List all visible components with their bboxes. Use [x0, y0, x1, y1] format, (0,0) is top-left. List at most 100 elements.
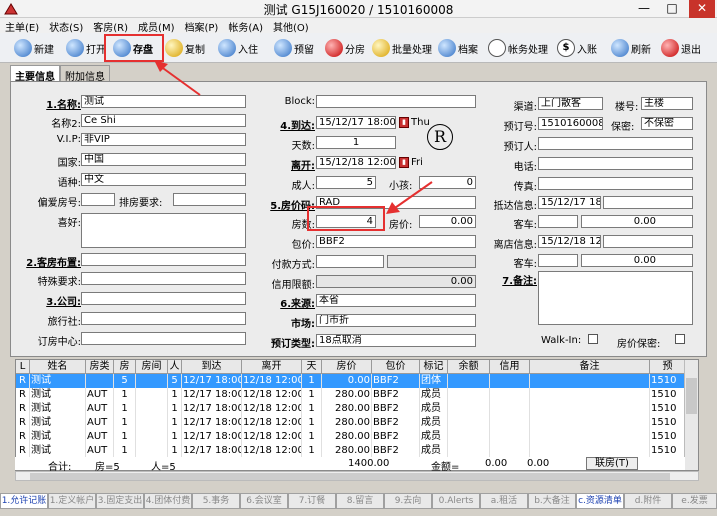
col-arrive[interactable]: 到达 [182, 360, 242, 374]
language-field[interactable]: 中文 [81, 173, 246, 186]
col-resno[interactable]: 预 [650, 360, 686, 374]
profile-button[interactable]: 档案 [438, 37, 478, 59]
col-price[interactable]: 房价 [322, 360, 372, 374]
menu-other[interactable]: 其他(O) [268, 18, 314, 34]
phone-field[interactable] [538, 157, 693, 170]
package-field[interactable]: BBF2 [316, 235, 476, 248]
adult-field[interactable]: 5 [316, 176, 376, 189]
btab-allow-charge[interactable]: 1.允许记账 [0, 493, 48, 509]
table-row[interactable]: R 测试 AUT 1 1 12/17 18:00 12/18 12:00 1 280.00 BBF… [16, 416, 686, 430]
btab-resource-list[interactable]: c.资源清单 [576, 493, 624, 509]
col-depart[interactable]: 离开 [242, 360, 302, 374]
menu-room[interactable]: 客房(R) [88, 18, 133, 34]
btab-group-pay[interactable]: 4.团体付费 [144, 493, 192, 509]
car2-field[interactable]: 0.00 [581, 254, 693, 267]
new-button[interactable]: 新建 [14, 37, 54, 59]
batch-button[interactable]: 批量处理 [372, 37, 432, 59]
col-package[interactable]: 包价 [372, 360, 420, 374]
account-button[interactable]: 帐务处理 [488, 37, 548, 59]
res-no-field[interactable]: 1510160008 [538, 117, 603, 130]
assign-room-button[interactable]: 分房 [325, 37, 365, 59]
reserve-button[interactable]: 预留 [274, 37, 314, 59]
link-room-button[interactable]: 联房(T) [586, 457, 638, 470]
btab-message[interactable]: 8.留言 [336, 493, 384, 509]
exit-button[interactable]: 退出 [661, 37, 701, 59]
arrive-calendar-icon[interactable]: ▮ [399, 117, 409, 128]
menu-profile[interactable]: 档案(P) [179, 18, 223, 34]
walkin-checkbox[interactable] [588, 334, 598, 344]
tab-main[interactable]: 主要信息 [10, 65, 60, 83]
tab-extra[interactable]: 附加信息 [60, 65, 110, 83]
departure-info-extra[interactable] [603, 235, 693, 248]
menu-status[interactable]: 状态(S) [44, 18, 88, 34]
menu-account[interactable]: 帐务(A) [223, 18, 268, 34]
market-field[interactable]: 门市折 [316, 314, 476, 327]
col-balance[interactable]: 余额 [448, 360, 490, 374]
child-field[interactable]: 0 [419, 176, 476, 189]
remark-field[interactable] [538, 271, 693, 325]
depart-field[interactable]: 15/12/18 12:00 [316, 156, 396, 169]
col-persons[interactable]: 人 [168, 360, 182, 374]
col-days[interactable]: 天 [302, 360, 322, 374]
days-field[interactable]: 1 [316, 136, 396, 149]
btab-invoice[interactable]: e.发票 [672, 493, 717, 509]
price-field[interactable]: 0.00 [419, 215, 476, 228]
minimize-button[interactable]: — [631, 0, 657, 18]
arrive-field[interactable]: 15/12/17 18:00 [316, 116, 396, 129]
grid-vscroll-thumb[interactable] [686, 378, 697, 414]
vip-field[interactable]: 非VIP [81, 133, 246, 146]
col-roomtype[interactable]: 房类 [86, 360, 114, 374]
depart-calendar-icon[interactable]: ▮ [399, 157, 409, 168]
channel-field[interactable]: 上门散客 [538, 97, 603, 110]
fax-field[interactable] [538, 177, 693, 190]
col-room[interactable]: 房 [114, 360, 136, 374]
btab-whereabouts[interactable]: 9.去向 [384, 493, 432, 509]
maximize-button[interactable]: □ [659, 0, 685, 18]
checkin-button[interactable]: 入住 [218, 37, 258, 59]
car1-field[interactable]: 0.00 [581, 215, 693, 228]
btab-attachment[interactable]: d.附件 [624, 493, 672, 509]
name-field[interactable]: 测试 [81, 95, 246, 108]
col-remark[interactable]: 备注 [530, 360, 650, 374]
menu-member[interactable]: 成员(M) [133, 18, 179, 34]
name2-field[interactable]: Ce Shi [81, 114, 246, 127]
queue-field[interactable] [173, 193, 246, 206]
btab-alerts[interactable]: 0.Alerts [432, 493, 480, 509]
res-type-field[interactable]: 18点取消 [316, 334, 476, 347]
copy-button[interactable]: 复制 [165, 37, 205, 59]
btab-define-account[interactable]: 1.定义帐户 [48, 493, 96, 509]
preference-field[interactable] [81, 213, 246, 248]
payment-field[interactable] [316, 255, 384, 268]
post-button[interactable]: $ 入账 [557, 37, 597, 59]
btab-meeting-room[interactable]: 6.会议室 [240, 493, 288, 509]
center-field[interactable] [81, 332, 246, 345]
source-field[interactable]: 本省 [316, 294, 476, 307]
car2-type-field[interactable] [538, 254, 578, 267]
open-button[interactable]: 打开 [66, 37, 106, 59]
arrival-info-field[interactable]: 15/12/17 18: [538, 196, 601, 209]
grid-vscroll[interactable] [684, 360, 698, 470]
btab-dining[interactable]: 7.订餐 [288, 493, 336, 509]
btab-fixed-expense[interactable]: 3.固定支出 [96, 493, 144, 509]
btab-big-remark[interactable]: b.大备注 [528, 493, 576, 509]
btab-rental[interactable]: a.租活 [480, 493, 528, 509]
car1-type-field[interactable] [538, 215, 578, 228]
table-row[interactable]: R 测试 AUT 1 1 12/17 18:00 12/18 12:00 1 280.00 BBF… [16, 430, 686, 444]
booker-field[interactable] [538, 137, 693, 150]
departure-info-field[interactable]: 15/12/18 12: [538, 235, 601, 248]
grid-hscroll-thumb[interactable] [30, 473, 670, 480]
table-row[interactable]: R 测试 AUT 1 1 12/17 18:00 12/18 12:00 1 280.00 BBF… [16, 444, 686, 458]
table-row[interactable]: R 测试 AUT 1 1 12/17 18:00 12/18 12:00 1 280.00 BBF… [16, 402, 686, 416]
agency-field[interactable] [81, 312, 246, 325]
arrival-info-extra[interactable] [603, 196, 693, 209]
btab-affairs[interactable]: 5.事务 [192, 493, 240, 509]
col-name[interactable]: 姓名 [30, 360, 86, 374]
block-field[interactable] [316, 95, 476, 108]
col-l[interactable]: L [16, 360, 30, 374]
grid-hscroll[interactable] [15, 471, 699, 481]
col-mark[interactable]: 标记 [420, 360, 448, 374]
table-row[interactable]: R 测试 5 5 12/17 18:00 12/18 12:00 1 0.00 BBF2 团体 15… [16, 374, 686, 388]
price-secret-checkbox[interactable] [675, 334, 685, 344]
country-field[interactable]: 中国 [81, 153, 246, 166]
special-req-field[interactable] [81, 272, 246, 285]
